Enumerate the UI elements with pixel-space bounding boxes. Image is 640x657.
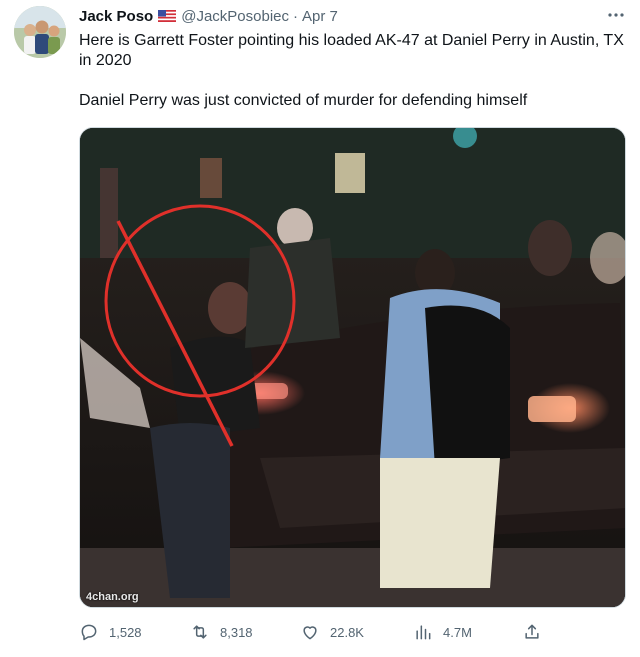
tweet-paragraph: Here is Garrett Foster pointing his load… [79, 32, 624, 69]
display-name[interactable]: Jack Poso [79, 8, 153, 25]
share-button[interactable] [522, 620, 542, 644]
views-bar-chart-icon [416, 625, 431, 640]
retweet-icon [193, 625, 207, 639]
share-icon [525, 624, 539, 639]
tweet-text: Here is Garrett Foster pointing his load… [79, 31, 624, 111]
separator-dot: · [293, 7, 298, 25]
us-flag-icon [158, 10, 177, 22]
watermark-text: 4chan.org [86, 591, 139, 603]
like-count: 22.8K [330, 624, 364, 640]
retweet-button[interactable]: 8,318 [190, 620, 253, 644]
action-bar: 1,528 8,318 22.8K 4.7M [79, 620, 549, 644]
reply-count: 1,528 [109, 624, 142, 640]
reply-button[interactable]: 1,528 [79, 620, 142, 644]
tweet-paragraph: Daniel Perry was just convicted of murde… [79, 92, 528, 109]
reply-icon [81, 624, 97, 641]
night-scene-photo [80, 128, 625, 607]
views-button[interactable]: 4.7M [413, 620, 472, 644]
tweet-card[interactable]: Jack Poso @JackPosobiec · Apr 7 Here is … [0, 0, 640, 657]
heart-icon [303, 626, 317, 640]
avatar-photo [14, 6, 66, 58]
tweet-header: Jack Poso @JackPosobiec · Apr 7 [79, 6, 338, 26]
avatar[interactable] [14, 6, 66, 58]
views-count: 4.7M [443, 624, 472, 640]
retweet-count: 8,318 [220, 624, 253, 640]
tweet-media-image[interactable]: 4chan.org [79, 127, 626, 608]
ellipsis-icon[interactable] [606, 6, 626, 24]
timestamp[interactable]: Apr 7 [302, 8, 338, 25]
like-button[interactable]: 22.8K [300, 620, 364, 644]
handle[interactable]: @JackPosobiec [181, 8, 289, 25]
